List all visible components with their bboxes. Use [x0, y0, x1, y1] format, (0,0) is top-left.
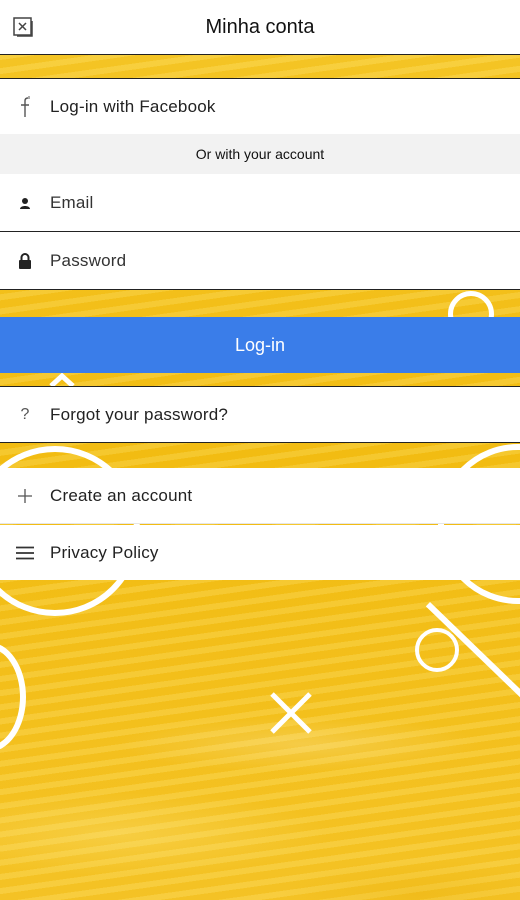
half-circle-decoration-left — [0, 642, 26, 752]
plus-icon — [0, 488, 50, 504]
account-section-heading: Or with your account — [0, 134, 520, 175]
create-account-label: Create an account — [50, 485, 193, 505]
x-mark-decoration — [270, 692, 312, 734]
privacy-policy-label: Privacy Policy — [50, 542, 159, 562]
email-field[interactable]: Email — [0, 174, 520, 232]
page-title: Minha conta — [205, 15, 315, 38]
close-icon — [13, 17, 33, 37]
facebook-icon — [0, 95, 50, 119]
create-account-link[interactable]: Create an account — [0, 468, 520, 524]
circle-decoration-right — [415, 628, 459, 672]
facebook-login-button[interactable]: Log-in with Facebook — [0, 78, 520, 134]
password-field[interactable]: Password — [0, 232, 520, 290]
lock-icon — [0, 252, 50, 269]
login-button[interactable]: Log-in — [0, 317, 520, 373]
user-icon — [0, 197, 50, 209]
forgot-password-link[interactable]: ? Forgot your password? — [0, 386, 520, 443]
header-bar: Minha conta — [0, 0, 520, 55]
password-placeholder: Password — [50, 250, 127, 270]
question-icon: ? — [20, 405, 30, 423]
menu-icon — [0, 546, 50, 560]
forgot-password-label: Forgot your password? — [50, 404, 229, 424]
facebook-login-label: Log-in with Facebook — [50, 96, 216, 116]
privacy-policy-link[interactable]: Privacy Policy — [0, 525, 520, 580]
email-placeholder: Email — [50, 192, 94, 212]
close-button[interactable] — [12, 16, 34, 38]
